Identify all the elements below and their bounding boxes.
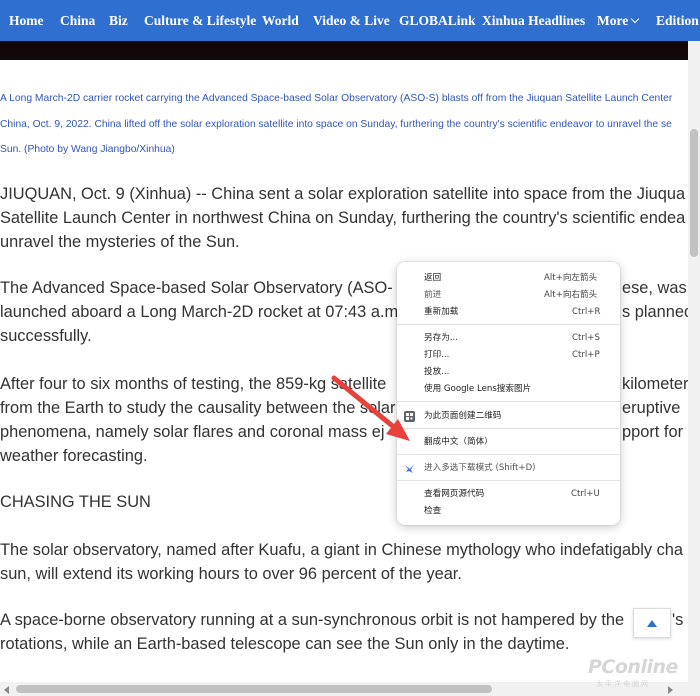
- bird-extension-icon: [405, 464, 414, 473]
- menu-item-label: 查看网页源代码: [424, 489, 485, 499]
- text-line: pport for s: [622, 423, 688, 441]
- menu-item-label: 检查: [424, 506, 442, 516]
- article-paragraph-overflow: 's: [672, 608, 688, 632]
- menu-item-translate[interactable]: 翻成中文（简体）: [397, 434, 620, 451]
- menu-item-shortcut: Ctrl+R: [572, 307, 601, 317]
- menu-item-google-lens[interactable]: 使用 Google Lens搜索图片: [397, 381, 620, 398]
- text-line: s planned: [622, 303, 688, 321]
- menu-item-reload[interactable]: 重新加载 Ctrl+R: [397, 304, 620, 321]
- text-line: eruptive: [622, 399, 681, 417]
- pconline-watermark: PConline: [588, 656, 678, 678]
- menu-item-shortcut: Ctrl+U: [571, 489, 600, 499]
- menu-item-back[interactable]: 返回 Alt+向左箭头: [397, 270, 620, 287]
- menu-item-shortcut: Ctrl+S: [572, 333, 600, 343]
- text-line: JIUQUAN, Oct. 9 (Xinhua) -- China sent a…: [0, 185, 686, 203]
- menu-item-create-qr-code[interactable]: 为此页面创建二维码: [397, 408, 620, 425]
- menu-separator: [397, 454, 620, 455]
- back-to-top-button[interactable]: [633, 608, 671, 638]
- menu-item-view-source[interactable]: 查看网页源代码 Ctrl+U: [397, 486, 620, 503]
- menu-item-label: 打印...: [424, 350, 450, 360]
- menu-item-label: 另存为...: [424, 333, 458, 343]
- menu-separator: [397, 428, 620, 429]
- text-line: unravel the mysteries of the Sun.: [0, 233, 240, 251]
- article-paragraph-overflow: kilometer eruptive pport for s: [622, 372, 688, 444]
- scroll-left-icon[interactable]: [4, 686, 9, 694]
- menu-item-label: 返回: [424, 273, 442, 283]
- horizontal-scrollbar[interactable]: [0, 682, 700, 696]
- scroll-right-icon[interactable]: [668, 686, 673, 694]
- menu-item-label: 使用 Google Lens搜索图片: [424, 384, 532, 394]
- menu-separator: [397, 401, 620, 402]
- vertical-scrollbar[interactable]: [688, 41, 700, 682]
- menu-item-multi-download[interactable]: 进入多选下载模式 (Shift+D): [397, 460, 620, 477]
- menu-item-label: 重新加载: [424, 307, 459, 317]
- menu-item-forward[interactable]: 前进 Alt+向右箭头: [397, 287, 620, 304]
- menu-item-label: 进入多选下载模式 (Shift+D): [424, 463, 536, 473]
- pconline-watermark-sub: 太平洋电脑网: [596, 680, 650, 688]
- menu-item-cast[interactable]: 投放...: [397, 364, 620, 381]
- menu-item-label: 翻成中文（简体）: [424, 437, 493, 447]
- menu-item-shortcut: Alt+向左箭头: [544, 273, 598, 283]
- menu-item-label: 前进: [424, 290, 442, 300]
- arrow-up-icon: [647, 619, 657, 627]
- vertical-scrollbar-thumb[interactable]: [690, 129, 698, 257]
- text-line: rotations, while an Earth-based telescop…: [0, 635, 570, 653]
- text-line: sun, will extend its working hours to ov…: [0, 565, 462, 583]
- menu-item-label: 为此页面创建二维码: [424, 411, 502, 421]
- text-line: The solar observatory, named after Kuafu…: [0, 541, 684, 559]
- menu-item-save-as[interactable]: 另存为... Ctrl+S: [397, 330, 620, 347]
- context-menu: 返回 Alt+向左箭头 前进 Alt+向右箭头 重新加载 Ctrl+R 另存为.…: [397, 262, 620, 525]
- menu-item-shortcut: Ctrl+P: [572, 350, 600, 360]
- menu-item-print[interactable]: 打印... Ctrl+P: [397, 347, 620, 364]
- qr-code-icon: [404, 411, 415, 422]
- menu-separator: [397, 324, 620, 325]
- article-paragraph: JIUQUAN, Oct. 9 (Xinhua) -- China sent a…: [0, 182, 688, 254]
- menu-separator: [397, 480, 620, 481]
- article-paragraph: A space-borne observatory running at a s…: [0, 608, 688, 656]
- article-paragraph-overflow: ese, was s planned: [622, 276, 688, 324]
- text-line: A space-borne observatory running at a s…: [0, 611, 625, 629]
- text-line: ese, was: [622, 279, 687, 297]
- text-line: 's: [672, 611, 684, 629]
- text-line: kilometer: [622, 375, 688, 393]
- text-line: Satellite Launch Center in northwest Chi…: [0, 209, 686, 227]
- menu-item-label: 投放...: [424, 367, 450, 377]
- horizontal-scrollbar-thumb[interactable]: [16, 685, 492, 693]
- article-paragraph: The solar observatory, named after Kuafu…: [0, 538, 688, 586]
- menu-item-inspect[interactable]: 检查: [397, 503, 620, 520]
- menu-item-shortcut: Alt+向右箭头: [544, 290, 598, 300]
